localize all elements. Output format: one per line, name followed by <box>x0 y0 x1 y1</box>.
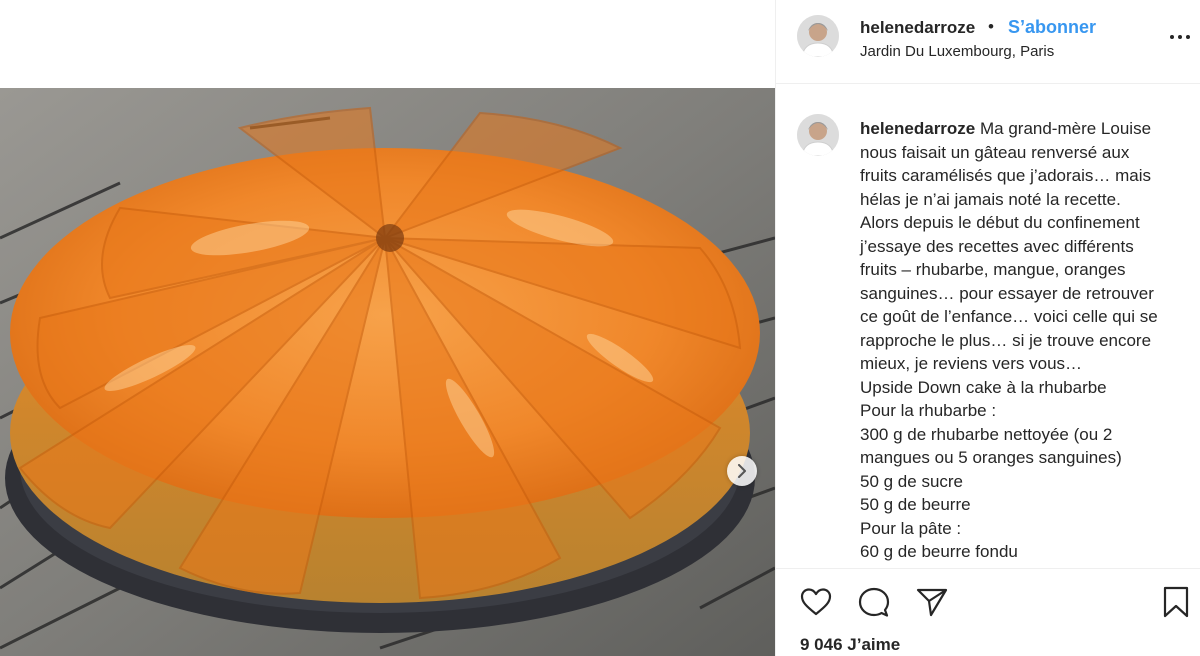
profile-photo <box>797 15 839 57</box>
chevron-right-icon <box>738 464 746 478</box>
caption-line: Alors depuis le début du confinement <box>860 213 1140 232</box>
caption-avatar[interactable] <box>797 114 839 156</box>
comment-icon[interactable] <box>858 587 890 619</box>
caption-line: fruits – rhubarbe, mangue, oranges <box>860 260 1126 279</box>
post-caption: helenedarroze Ma grand-mère Louise nous … <box>860 117 1195 564</box>
caption-line: j’essaye des recettes avec différents <box>860 236 1134 256</box>
caption-line: nous faisait un gâteau renversé aux <box>860 142 1130 162</box>
media-top-spacer <box>0 0 775 88</box>
likes-count[interactable]: 9 046 J’aime <box>800 635 900 655</box>
post-header: helenedarroze • S’abonner Jardin Du Luxe… <box>776 0 1200 84</box>
profile-photo <box>797 114 839 156</box>
follow-button[interactable]: S’abonner <box>1008 17 1096 38</box>
caption-line: hélas je n’ai jamais noté la recette. <box>860 189 1121 209</box>
caption-line: 300 g de rhubarbe nettoyée (ou 2 <box>860 424 1113 444</box>
caption-line: 50 g de sucre <box>860 471 964 491</box>
caption-line: 50 g de beurre <box>860 495 971 514</box>
caption-line: Pour la rhubarbe : <box>860 401 997 420</box>
cake-photo <box>0 88 775 656</box>
caption-line: ce goût de l’enfance… voici celle qui se <box>860 307 1158 326</box>
caption-line: helenedarroze Ma grand-mère Louise <box>860 117 1195 141</box>
caption-line: fruits caramélisés que j’adorais… mais <box>860 166 1151 185</box>
caption-username[interactable]: helenedarroze <box>860 119 975 138</box>
carousel-next-button[interactable] <box>727 456 757 486</box>
action-bar: 9 046 J’aime <box>776 568 1200 656</box>
more-options-icon[interactable] <box>1168 26 1192 46</box>
caption-line: Pour la pâte : <box>860 518 962 538</box>
bookmark-icon[interactable] <box>1162 586 1190 618</box>
heart-icon[interactable] <box>800 587 832 617</box>
share-icon[interactable] <box>916 587 948 617</box>
caption-line: mieux, je reviens vers vous… <box>860 354 1083 373</box>
header-username[interactable]: helenedarroze <box>860 18 975 38</box>
caption-text: Ma grand-mère Louise <box>975 119 1152 138</box>
caption-line: Upside Down cake à la rhubarbe <box>860 377 1107 397</box>
location-link[interactable]: Jardin Du Luxembourg, Paris <box>860 43 1054 60</box>
caption-line: sanguines… pour essayer de retrouver <box>860 283 1154 303</box>
caption-line: mangues ou 5 oranges sanguines) <box>860 448 1122 467</box>
avatar[interactable] <box>797 15 839 57</box>
header-separator: • <box>988 17 994 36</box>
caption-line: 60 g de beurre fondu <box>860 542 1018 561</box>
caption-line: rapproche le plus… si je trouve encore <box>860 330 1152 350</box>
post-side-panel: helenedarroze • S’abonner Jardin Du Luxe… <box>775 0 1200 656</box>
post-image[interactable] <box>0 88 775 656</box>
